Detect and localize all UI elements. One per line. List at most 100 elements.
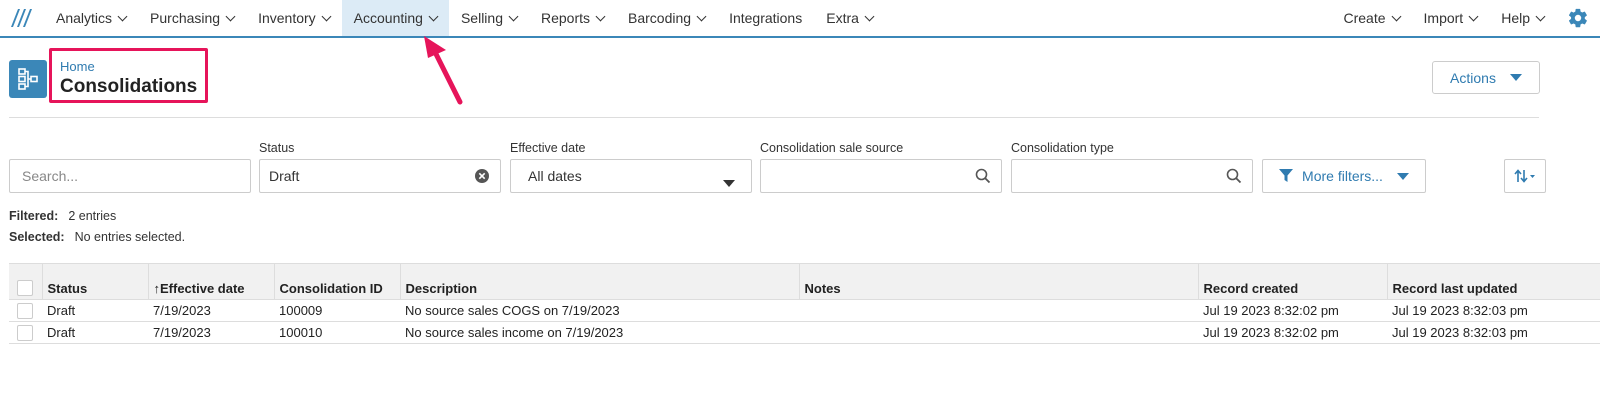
search-icon	[1226, 168, 1242, 187]
cell-record-created: Jul 19 2023 8:32:02 pm	[1198, 321, 1387, 344]
chevron-down-icon	[696, 11, 707, 21]
effective-date-label: Effective date	[510, 141, 586, 155]
row-checkbox[interactable]	[17, 324, 33, 341]
status-filter[interactable]: Draft	[259, 159, 501, 193]
chevron-down-icon	[1468, 11, 1479, 21]
table-header-row: Status ↑Effective date Consolidation ID …	[9, 263, 1600, 300]
nav-label: Extra	[826, 10, 859, 26]
page-title: Consolidations	[60, 76, 198, 97]
cell-consolidation-id[interactable]: 100009	[274, 299, 400, 322]
chevron-down-icon	[864, 11, 875, 21]
nav-extra[interactable]: Extra	[814, 0, 885, 36]
row-select-cell	[9, 321, 42, 344]
cell-status: Draft	[42, 299, 148, 322]
nav-reports[interactable]: Reports	[529, 0, 616, 36]
selected-value: No entries selected.	[74, 230, 186, 244]
selected-label: Selected:	[9, 230, 65, 244]
nav-help[interactable]: Help	[1489, 0, 1556, 36]
type-input[interactable]	[1011, 159, 1253, 193]
nav-label: Accounting	[353, 10, 423, 26]
cell-description: No source sales COGS on 7/19/2023	[400, 299, 799, 322]
settings-button[interactable]	[1556, 0, 1600, 36]
filtered-value: 2 entries	[68, 209, 117, 223]
column-header-record-last-updated[interactable]: Record last updated	[1386, 263, 1600, 300]
caret-down-icon	[723, 174, 735, 190]
top-nav: Analytics Purchasing Inventory Accountin…	[0, 0, 1600, 38]
row-select-cell	[9, 299, 42, 322]
cell-effective-date: 7/19/2023	[148, 321, 274, 344]
chevron-down-icon	[428, 11, 439, 21]
breadcrumb-home[interactable]: Home	[60, 59, 205, 74]
select-all-checkbox[interactable]	[17, 280, 33, 296]
nav-label: Purchasing	[150, 10, 221, 26]
annotation-arrow	[424, 36, 463, 105]
sale-source-input[interactable]	[760, 159, 1002, 193]
cell-effective-date: 7/19/2023	[148, 299, 274, 322]
type-label: Consolidation type	[1011, 141, 1114, 155]
row-checkbox[interactable]	[17, 302, 33, 319]
chevron-down-icon	[1535, 11, 1546, 21]
nav-import[interactable]: Import	[1412, 0, 1490, 36]
more-filters-label: More filters...	[1302, 168, 1383, 184]
caret-down-icon	[1509, 74, 1522, 81]
nav-label: Barcoding	[628, 10, 692, 26]
filter-icon	[1279, 169, 1294, 182]
filtered-label: Filtered:	[9, 209, 59, 223]
caret-down-icon	[1396, 172, 1409, 180]
gear-icon	[1568, 8, 1587, 28]
actions-button[interactable]: Actions	[1432, 61, 1540, 94]
nav-analytics[interactable]: Analytics	[44, 0, 138, 36]
chevron-down-icon	[595, 11, 606, 21]
actions-label: Actions	[1450, 69, 1496, 86]
nav-label: Help	[1501, 10, 1530, 26]
table-row[interactable]: Draft 7/19/2023 100010 No source sales i…	[9, 321, 1600, 344]
nav-label: Selling	[460, 10, 503, 26]
cell-record-created: Jul 19 2023 8:32:02 pm	[1198, 299, 1387, 322]
column-header-notes[interactable]: Notes	[798, 263, 1198, 300]
nav-create[interactable]: Create	[1331, 0, 1411, 36]
status-label: Status	[259, 141, 295, 155]
select-all-cell	[9, 263, 42, 300]
chevron-down-icon	[225, 11, 236, 21]
column-header-effective-date[interactable]: ↑Effective date	[147, 263, 274, 300]
column-label: Effective date	[160, 281, 245, 296]
nav-label: Reports	[540, 10, 591, 26]
sort-button[interactable]	[1504, 159, 1546, 193]
nav-label: Create	[1343, 10, 1386, 26]
cell-consolidation-id[interactable]: 100010	[274, 321, 400, 344]
cell-notes	[799, 299, 1198, 322]
cell-status: Draft	[42, 321, 148, 344]
effective-date-select[interactable]: All dates	[510, 159, 752, 193]
clear-icon[interactable]	[474, 168, 490, 187]
sort-icon	[1514, 169, 1535, 183]
status-value: Draft	[269, 168, 300, 184]
nav-barcoding[interactable]: Barcoding	[616, 0, 717, 36]
cell-description: No source sales income on 7/19/2023	[400, 321, 799, 344]
nav-purchasing[interactable]: Purchasing	[138, 0, 246, 36]
nav-label: Import	[1423, 10, 1464, 26]
search-input[interactable]: Search...	[9, 159, 251, 193]
column-header-record-created[interactable]: Record created	[1197, 263, 1387, 300]
chevron-down-icon	[321, 11, 332, 21]
search-icon	[975, 168, 991, 187]
column-header-status[interactable]: Status	[41, 263, 148, 300]
header-divider	[9, 117, 1539, 118]
consolidations-table: Status ↑Effective date Consolidation ID …	[9, 263, 1600, 344]
more-filters-button[interactable]: More filters...	[1262, 159, 1426, 193]
column-header-consolidation-id[interactable]: Consolidation ID	[273, 263, 400, 300]
nav-right: Create Import Help	[1331, 0, 1600, 36]
nav-integrations[interactable]: Integrations	[717, 0, 814, 36]
hierarchy-icon	[9, 60, 47, 98]
nav-label: Analytics	[56, 10, 113, 26]
search-placeholder: Search...	[22, 168, 79, 184]
filtered-summary: Filtered: 2 entries	[9, 209, 116, 223]
table-row[interactable]: Draft 7/19/2023 100009 No source sales C…	[9, 299, 1600, 322]
selected-summary: Selected: No entries selected.	[9, 230, 185, 244]
sale-source-label: Consolidation sale source	[760, 141, 904, 155]
chevron-down-icon	[508, 11, 519, 21]
nav-inventory[interactable]: Inventory	[246, 0, 342, 36]
app-logo[interactable]	[0, 0, 44, 36]
chevron-down-icon	[117, 11, 128, 21]
effective-date-value: All dates	[528, 168, 582, 184]
column-header-description[interactable]: Description	[399, 263, 799, 300]
